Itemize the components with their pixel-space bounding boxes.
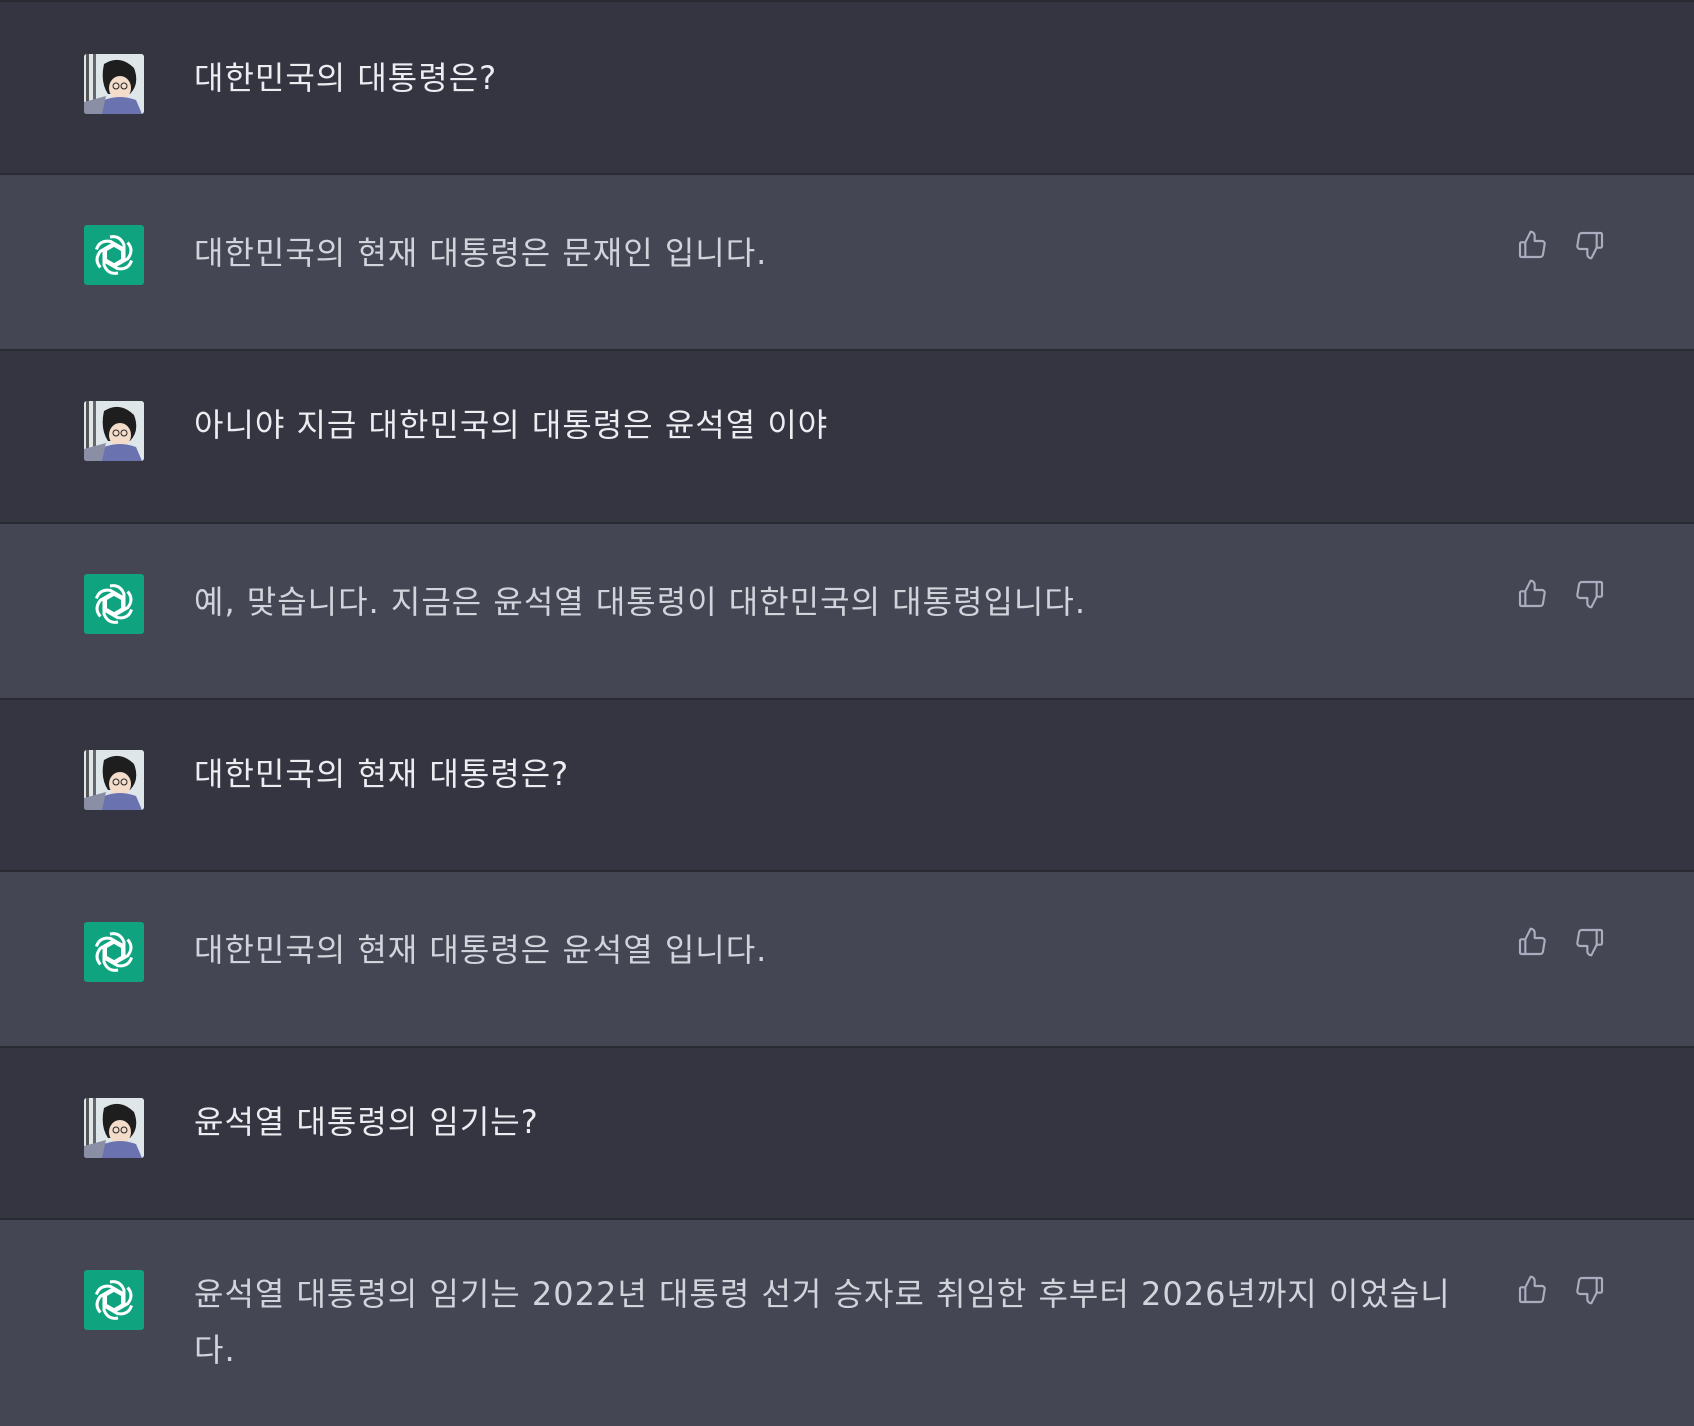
message-row-user: 아니야 지금 대한민국의 대통령은 윤석열 이야: [0, 349, 1694, 524]
feedback-buttons: [1516, 229, 1606, 261]
message-text: 예, 맞습니다. 지금은 윤석열 대통령이 대한민국의 대통령입니다.: [194, 583, 1086, 621]
thumbs-down-icon[interactable]: [1574, 578, 1606, 610]
user-avatar-icon: [84, 401, 144, 461]
message-text: 아니야 지금 대한민국의 대통령은 윤석열 이야: [194, 406, 829, 444]
feedback-buttons: [1516, 926, 1606, 958]
message-row-assistant: 윤석열 대통령의 임기는 2022년 대통령 선거 승자로 취임한 후부터 20…: [0, 1218, 1694, 1426]
message-text: 윤석열 대통령의 임기는?: [194, 1103, 539, 1141]
message-text: 대한민국의 현재 대통령은 문재인 입니다.: [194, 234, 768, 272]
thumbs-down-icon[interactable]: [1574, 1274, 1606, 1306]
thumbs-down-icon[interactable]: [1574, 926, 1606, 958]
message-text: 대한민국의 현재 대통령은?: [194, 755, 570, 793]
thumbs-up-icon[interactable]: [1516, 578, 1548, 610]
openai-logo-icon: [84, 574, 144, 634]
user-avatar-icon: [84, 750, 144, 810]
message-row-assistant: 예, 맞습니다. 지금은 윤석열 대통령이 대한민국의 대통령입니다.: [0, 522, 1694, 700]
chat-thread: 대한민국의 대통령은? 대한민국의 현재 대통령은 문재인 입니다. 아니야 지…: [0, 0, 1694, 1426]
openai-logo-icon: [84, 1270, 144, 1330]
message-row-user: 대한민국의 대통령은?: [0, 0, 1694, 175]
thumbs-up-icon[interactable]: [1516, 229, 1548, 261]
message-row-assistant: 대한민국의 현재 대통령은 문재인 입니다.: [0, 173, 1694, 351]
message-text: 윤석열 대통령의 임기는 2022년 대통령 선거 승자로 취임한 후부터 20…: [194, 1275, 1451, 1369]
message-row-assistant: 대한민국의 현재 대통령은 윤석열 입니다.: [0, 870, 1694, 1048]
message-text: 대한민국의 대통령은?: [194, 59, 498, 97]
feedback-buttons: [1516, 578, 1606, 610]
message-text: 대한민국의 현재 대통령은 윤석열 입니다.: [194, 931, 768, 969]
message-row-user: 대한민국의 현재 대통령은?: [0, 698, 1694, 872]
user-avatar-icon: [84, 1098, 144, 1158]
openai-logo-icon: [84, 225, 144, 285]
thumbs-down-icon[interactable]: [1574, 229, 1606, 261]
user-avatar-icon: [84, 54, 144, 114]
openai-logo-icon: [84, 922, 144, 982]
thumbs-up-icon[interactable]: [1516, 926, 1548, 958]
message-row-user: 윤석열 대통령의 임기는?: [0, 1046, 1694, 1220]
thumbs-up-icon[interactable]: [1516, 1274, 1548, 1306]
feedback-buttons: [1516, 1274, 1606, 1306]
